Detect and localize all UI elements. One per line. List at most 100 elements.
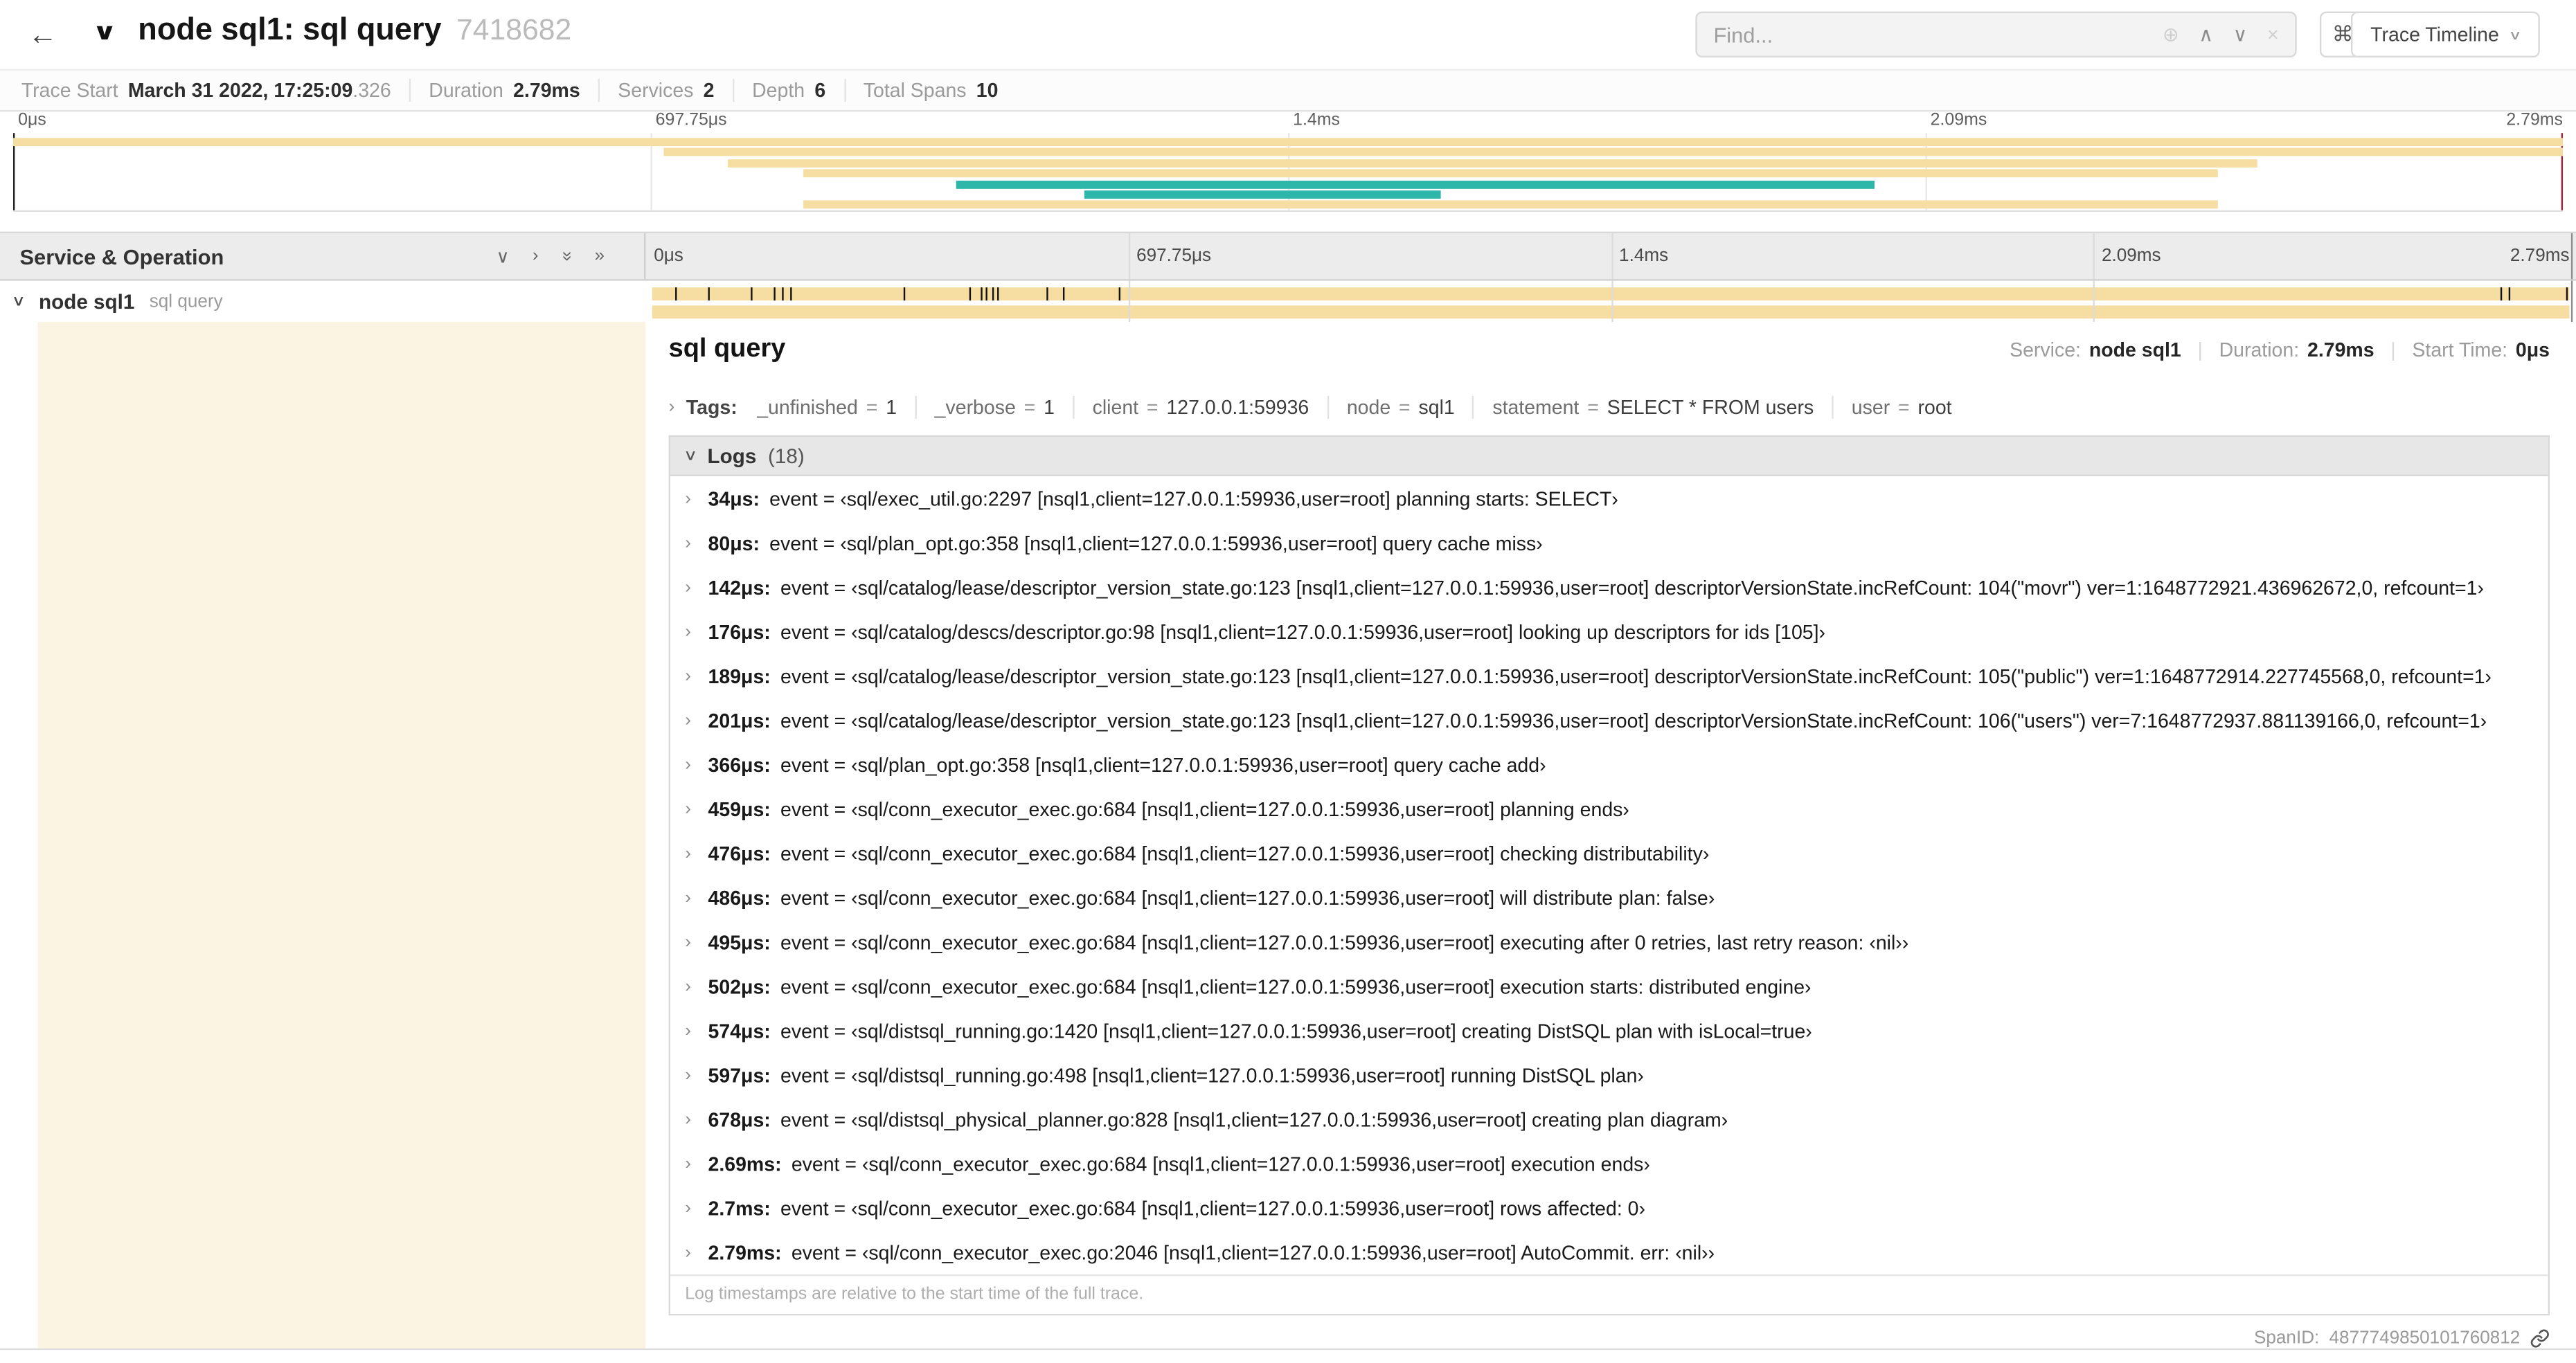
log-row[interactable]: › 574μs: event = ‹sql/distsql_running.go:1… <box>670 1009 2548 1053</box>
log-timestamp: 459μs: <box>708 797 771 821</box>
log-message: event = ‹sql/catalog/lease/descriptor_ve… <box>780 664 2492 687</box>
tags-row[interactable]: › Tags: _unfinished = 1 _verbose = 1 client = 12… <box>669 384 2550 430</box>
log-row[interactable]: › 495μs: event = ‹sql/conn_executor_exec.g… <box>670 920 2548 964</box>
detail-meta: Service: node sql1 | Duration: 2.79ms | … <box>2010 339 2550 361</box>
log-row[interactable]: › 459μs: event = ‹sql/conn_executor_exec.g… <box>670 786 2548 831</box>
span-log-tick <box>708 287 710 301</box>
trace-timeline-dropdown[interactable]: Trace Timeline ∨ <box>2350 11 2540 58</box>
span-operation-name: sql query <box>149 291 223 312</box>
log-timestamp: 80μs: <box>708 531 760 554</box>
log-row[interactable]: › 486μs: event = ‹sql/conn_executor_exec.g… <box>670 876 2548 920</box>
tag-value: 1 <box>1044 395 1055 419</box>
expand-one-icon[interactable]: › <box>533 246 539 266</box>
trace-minimap[interactable]: 0μs 697.75μs 1.4ms 2.09ms 2.79ms <box>0 109 2576 213</box>
find-input[interactable] <box>1697 22 2147 47</box>
tag-key: statement <box>1492 395 1580 419</box>
span-service-name: node sql1 <box>38 289 135 313</box>
summary-item: Trace Start March 31 2022, 17:25:09.326 <box>3 78 411 102</box>
log-row[interactable]: › 597μs: event = ‹sql/distsql_running.go:4… <box>670 1053 2548 1097</box>
timeline-end-handle[interactable] <box>2570 280 2573 323</box>
chevron-right-icon: › <box>685 755 692 775</box>
log-timestamp: 189μs: <box>708 664 771 687</box>
log-message: event = ‹sql/conn_executor_exec.go:684 [… <box>780 797 1629 821</box>
log-timestamp: 574μs: <box>708 1019 771 1042</box>
logs-footer: Log timestamps are relative to the start… <box>670 1274 2548 1314</box>
logs-list: › 34μs: event = ‹sql/exec_util.go:2297 [ns… <box>670 476 2548 1274</box>
minimap-span <box>1084 190 1441 199</box>
span-log-tick <box>991 287 994 301</box>
chevron-right-icon: › <box>685 621 692 642</box>
log-message: event = ‹sql/catalog/lease/descriptor_ve… <box>780 575 2484 599</box>
log-message: event = ‹sql/conn_executor_exec.go:684 [… <box>780 841 1710 865</box>
spanid-row: SpanID: 4877749850101760812 <box>669 1328 2550 1348</box>
tag-value: SELECT * FROM users <box>1607 395 1814 419</box>
span-row[interactable]: ∨ node sql1 sql query <box>0 280 2576 323</box>
tag-equals: = <box>1898 395 1910 419</box>
summary-item-value: 2 <box>703 78 715 102</box>
command-icon: ⌘ <box>2332 21 2354 46</box>
start-time-value: 0μs <box>2515 338 2550 361</box>
log-row[interactable]: › 189μs: event = ‹sql/catalog/lease/descri… <box>670 653 2548 698</box>
minimap-canvas[interactable] <box>12 133 2564 213</box>
log-row[interactable]: › 678μs: event = ‹sql/distsql_physical_pla… <box>670 1097 2548 1141</box>
span-log-tick <box>2500 287 2503 301</box>
tag-key: node <box>1346 395 1391 419</box>
prev-result-icon[interactable]: ∧ <box>2199 25 2213 44</box>
minimap-span <box>663 148 2563 157</box>
log-message: event = ‹sql/catalog/lease/descriptor_ve… <box>780 708 2487 732</box>
back-arrow-icon: ← <box>28 17 58 51</box>
tick-label: 2.79ms <box>2510 246 2570 267</box>
expand-all-icon[interactable]: » <box>595 246 605 266</box>
tag-key: client <box>1092 395 1139 419</box>
chevron-right-icon: › <box>685 976 692 996</box>
log-timestamp: 2.69ms: <box>708 1152 782 1175</box>
search-zoom-icon[interactable]: ⊕ <box>2163 25 2179 44</box>
log-row[interactable]: › 176μs: event = ‹sql/catalog/descs/descri… <box>670 609 2548 653</box>
chevron-right-icon: › <box>685 1109 692 1130</box>
trace-collapse-icon[interactable]: ∨ <box>92 18 117 46</box>
log-row[interactable]: › 2.79ms: event = ‹sql/conn_executor_exec.… <box>670 1230 2548 1274</box>
chevron-right-icon: › <box>685 710 692 730</box>
log-timestamp: 366μs: <box>708 752 771 776</box>
log-message: event = ‹sql/conn_executor_exec.go:684 [… <box>791 1152 1650 1175</box>
log-row[interactable]: › 34μs: event = ‹sql/exec_util.go:2297 [ns… <box>670 476 2548 521</box>
span-collapse-icon[interactable]: ∨ <box>12 292 26 310</box>
log-timestamp: 176μs: <box>708 620 771 643</box>
tag-value: root <box>1917 395 1952 419</box>
log-message: event = ‹sql/conn_executor_exec.go:684 [… <box>780 930 1909 954</box>
tick-label: 2.09ms <box>1930 109 1987 130</box>
log-timestamp: 201μs: <box>708 708 771 732</box>
tick-label: 2.79ms <box>2506 109 2564 130</box>
summary-item-value: 10 <box>976 78 999 102</box>
log-row[interactable]: › 502μs: event = ‹sql/conn_executor_exec.g… <box>670 964 2548 1009</box>
link-icon[interactable] <box>2530 1328 2550 1348</box>
log-row[interactable]: › 476μs: event = ‹sql/conn_executor_exec.g… <box>670 831 2548 875</box>
summary-item: Total Spans 10 <box>846 79 1017 102</box>
tag-key: _verbose <box>934 395 1016 419</box>
clear-search-icon[interactable]: × <box>2267 25 2279 44</box>
span-bar-cell[interactable] <box>645 280 2576 323</box>
log-row[interactable]: › 2.69ms: event = ‹sql/conn_executor_exec.… <box>670 1141 2548 1186</box>
collapse-all-icon[interactable]: » <box>557 251 576 262</box>
collapse-one-icon[interactable]: ∨ <box>497 246 510 267</box>
summary-item: Depth 6 <box>734 78 846 102</box>
log-row[interactable]: › 80μs: event = ‹sql/plan_opt.go:358 [nsql… <box>670 521 2548 565</box>
tag-equals: = <box>866 395 878 419</box>
timeline-end-handle[interactable] <box>2570 233 2573 280</box>
chevron-right-icon: › <box>685 532 692 553</box>
logs-header[interactable]: ∨ Logs (18) <box>670 437 2548 477</box>
timeline-gridline <box>1611 280 1613 323</box>
log-row[interactable]: › 142μs: event = ‹sql/catalog/lease/descri… <box>670 565 2548 609</box>
next-result-icon[interactable]: ∨ <box>2233 25 2248 44</box>
log-row[interactable]: › 366μs: event = ‹sql/plan_opt.go:358 [nsq… <box>670 742 2548 786</box>
span-name-cell[interactable]: ∨ node sql1 sql query <box>0 281 645 322</box>
minimap-span <box>12 138 2564 147</box>
summary-item-label: Duration <box>429 78 503 102</box>
tag-key: user <box>1851 395 1890 419</box>
log-row[interactable]: › 2.7ms: event = ‹sql/conn_executor_exec.g… <box>670 1186 2548 1230</box>
service-value: node sql1 <box>2088 338 2181 361</box>
log-message: event = ‹sql/distsql_running.go:498 [nsq… <box>780 1063 1644 1087</box>
back-button[interactable]: ← <box>19 12 65 57</box>
log-row[interactable]: › 201μs: event = ‹sql/catalog/lease/descri… <box>670 698 2548 742</box>
log-message: event = ‹sql/catalog/descs/descriptor.go… <box>780 620 1826 643</box>
